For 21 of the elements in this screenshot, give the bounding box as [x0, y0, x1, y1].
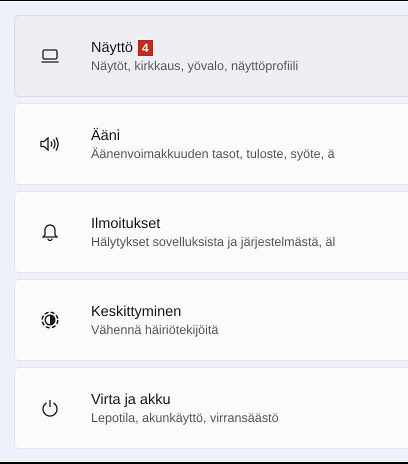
settings-item[interactable]: Virta ja akku Lepotila, akunkäyttö, virransäästö — [14, 367, 408, 449]
laptop-icon — [41, 49, 59, 63]
item-title: Keskittyminen — [91, 304, 182, 320]
item-description: Näytöt, kirkkaus, yövalo, näyttöprofiili — [91, 58, 298, 72]
item-description: Lepotila, akunkäyttö, virransäästö — [91, 410, 279, 424]
bell-icon — [42, 223, 58, 241]
item-description: Äänenvoimakkuuden tasot, tuloste, syöte, ä — [91, 146, 335, 160]
settings-item[interactable]: Keskittyminen Vähennä häiriötekijöitä — [14, 279, 408, 361]
item-description: Hälytykset sovelluksista ja järjestelmästä, äl — [91, 234, 336, 248]
settings-item[interactable]: Ilmoitukset Hälytykset sovelluksista ja järjestelmästä, äl — [14, 191, 408, 273]
item-title: Ilmoitukset — [91, 216, 160, 232]
item-title: Ääni — [91, 128, 120, 144]
power-icon — [41, 399, 59, 417]
settings-item[interactable]: Ääni Äänenvoimakkuuden tasot, tuloste, syöte, ä — [14, 103, 408, 185]
item-title: Näyttö — [91, 40, 133, 56]
settings-item[interactable]: Näyttö 4 Näytöt, kirkkaus, yövalo, näyttöprofiili — [14, 15, 408, 97]
notification-badge: 4 — [138, 40, 153, 56]
speaker-icon — [40, 136, 60, 152]
item-description: Vähennä häiriötekijöitä — [91, 322, 218, 336]
focus-icon — [41, 311, 59, 329]
item-title: Virta ja akku — [91, 392, 171, 408]
